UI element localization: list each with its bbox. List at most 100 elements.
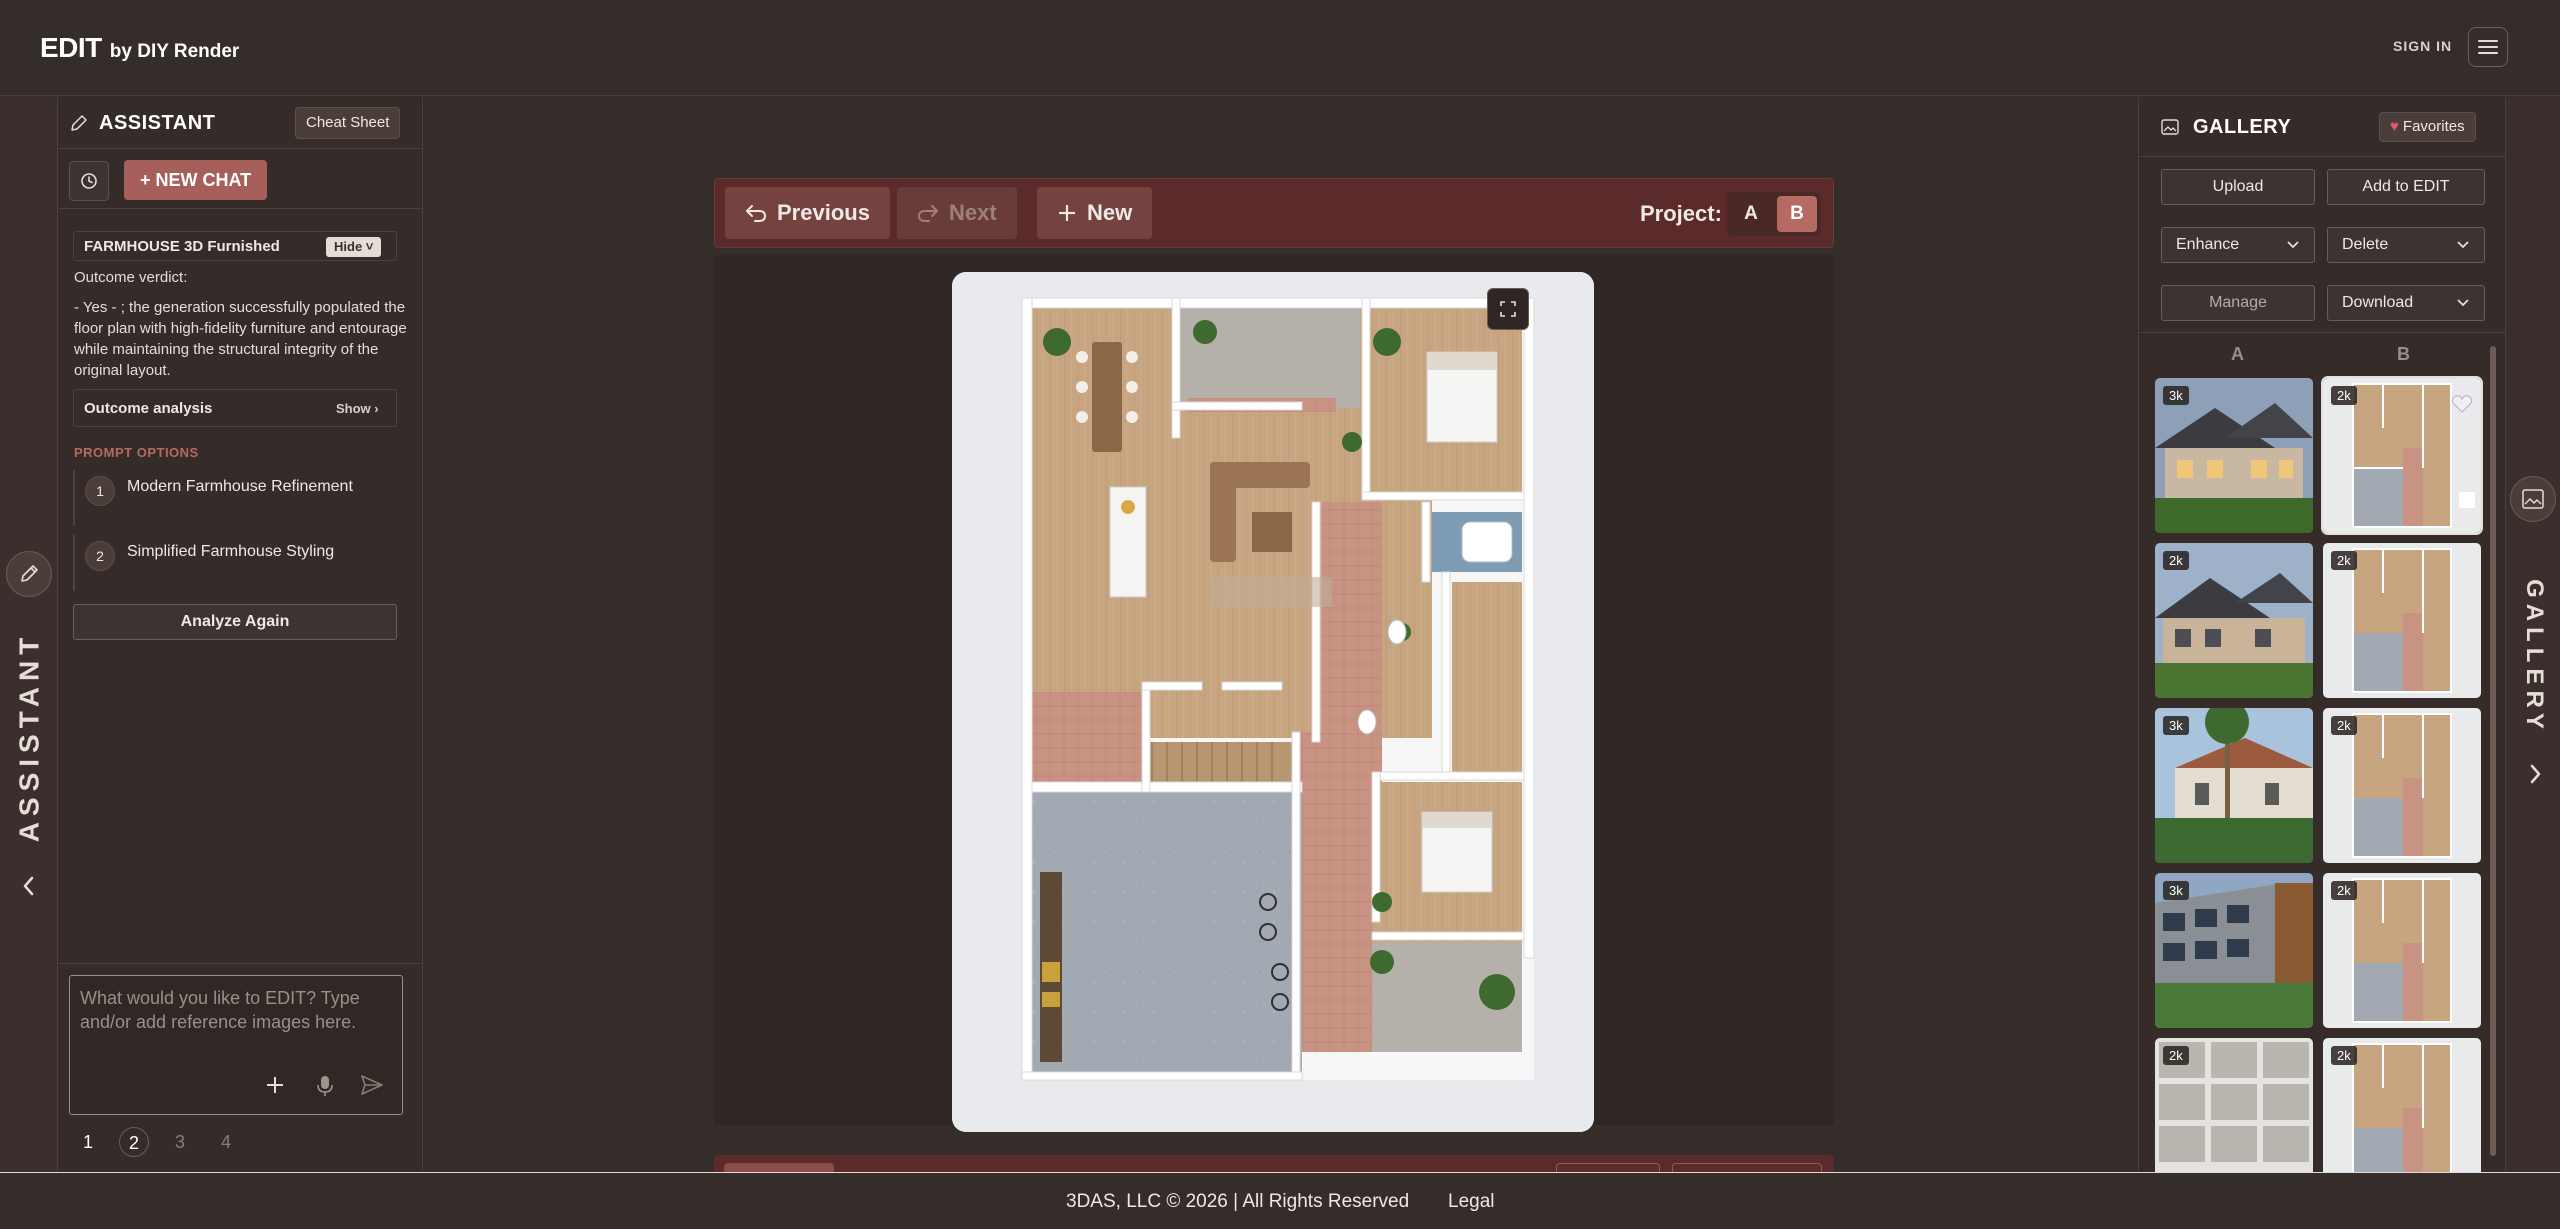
previous-button[interactable]: Previous (725, 187, 890, 239)
gallery-thumb-a4[interactable]: 3k (2155, 873, 2313, 1028)
next-button[interactable]: Next (897, 187, 1017, 239)
top-bar: EDIT by DIY Render SIGN IN (0, 0, 2560, 96)
download-dropdown[interactable]: Download (2327, 285, 2485, 321)
assistant-toggle-button[interactable] (6, 551, 52, 597)
outcome-analysis-row[interactable]: Outcome analysis Show › (73, 389, 397, 427)
history-button[interactable] (69, 161, 109, 201)
resolution-badge: 2k (2331, 1046, 2357, 1065)
gallery-thumb-b5[interactable]: 2k (2323, 1038, 2481, 1193)
pencil-icon (71, 115, 87, 131)
hamburger-menu-button[interactable] (2468, 27, 2508, 67)
page-2[interactable]: 2 (119, 1127, 149, 1157)
editor-toolbar: Previous Next New Project: A B (714, 178, 1834, 248)
analyze-again-button[interactable]: Analyze Again (73, 604, 397, 640)
heart-icon: ♥ (2390, 118, 2399, 135)
chevron-down-icon (2457, 241, 2469, 249)
assistant-actions: + NEW CHAT (59, 149, 423, 209)
chevron-right-icon[interactable] (2524, 761, 2546, 787)
undo-icon (746, 205, 767, 222)
hide-button[interactable]: Hide ˅ (326, 237, 382, 257)
favorites-button[interactable]: ♥ Favorites (2379, 112, 2476, 142)
send-icon[interactable] (360, 1074, 384, 1096)
project-toggle: A B (1727, 192, 1821, 236)
option-number: 1 (85, 476, 115, 506)
assistant-rail-label: ASSISTANT (13, 631, 45, 843)
gallery-thumb-a2[interactable]: 2k (2155, 543, 2313, 698)
gallery-title: GALLERY (2193, 116, 2292, 138)
column-a-label: A (2231, 344, 2244, 364)
project-label: Project: (1640, 201, 1722, 226)
gallery-thumb-a1[interactable]: 3k (2155, 378, 2313, 533)
chevron-down-icon (2457, 299, 2469, 307)
assistant-rail: ASSISTANT (0, 97, 58, 1171)
chevron-left-icon[interactable] (18, 873, 40, 899)
outcome-analysis-label: Outcome analysis (84, 400, 213, 417)
outcome-verdict-label: Outcome verdict: (74, 269, 188, 286)
show-button[interactable]: Show › (336, 401, 379, 416)
resolution-badge: 2k (2331, 716, 2357, 735)
scrollbar-thumb[interactable] (2490, 346, 2496, 1156)
image-icon (2522, 489, 2544, 509)
project-name: FARMHOUSE 3D Furnished (84, 238, 280, 255)
resolution-badge: 2k (2163, 1046, 2189, 1065)
resolution-badge: 2k (2331, 881, 2357, 900)
manage-button[interactable]: Manage (2161, 285, 2315, 321)
workspace: Previous Next New Project: A B (424, 97, 2137, 1175)
resolution-badge: 3k (2163, 386, 2189, 405)
assistant-header: ASSISTANT Cheat Sheet (59, 97, 423, 149)
fullscreen-button[interactable] (1487, 288, 1529, 330)
microphone-icon[interactable] (316, 1074, 334, 1098)
plus-icon[interactable] (264, 1074, 286, 1096)
option-number: 2 (85, 541, 115, 571)
prompt-option-2[interactable]: 2 Simplified Farmhouse Styling (73, 535, 397, 591)
new-chat-button[interactable]: + NEW CHAT (124, 160, 268, 200)
heart-icon[interactable] (2451, 394, 2473, 414)
fullscreen-icon (1500, 301, 1516, 317)
chat-pager: 1 2 3 4 (73, 1127, 241, 1157)
gallery-toggle-button[interactable] (2510, 476, 2556, 522)
brand-main: EDIT (40, 32, 102, 63)
add-to-edit-button[interactable]: Add to EDIT (2327, 169, 2485, 205)
page-4[interactable]: 4 (211, 1127, 241, 1157)
gallery-thumb-a5[interactable]: 2k (2155, 1038, 2313, 1193)
gallery-thumb-b3[interactable]: 2k (2323, 708, 2481, 863)
prompt-option-1[interactable]: 1 Modern Farmhouse Refinement (73, 470, 397, 526)
cheat-sheet-button[interactable]: Cheat Sheet (295, 107, 401, 139)
pencil-icon (21, 565, 38, 582)
upload-button[interactable]: Upload (2161, 169, 2315, 205)
gallery-thumb-b1[interactable]: 2k (2321, 376, 2483, 535)
assistant-panel: ASSISTANT Cheat Sheet + NEW CHAT FARMHOU… (59, 97, 423, 1171)
chat-input-box (69, 975, 403, 1115)
gallery-rail-label: GALLERY (2520, 579, 2548, 735)
floorplan-drawing (952, 272, 1594, 1132)
gallery-scrollbar[interactable] (2489, 334, 2497, 1170)
project-b-button[interactable]: B (1777, 196, 1817, 232)
delete-dropdown[interactable]: Delete (2327, 227, 2485, 263)
project-a-button[interactable]: A (1731, 196, 1771, 232)
resolution-badge: 2k (2331, 386, 2357, 405)
new-button[interactable]: New (1037, 187, 1153, 239)
gallery-thumb-a3[interactable]: 3k (2155, 708, 2313, 863)
gallery-thumb-b2[interactable]: 2k (2323, 543, 2481, 698)
chevron-down-icon (2287, 241, 2299, 249)
assistant-title: ASSISTANT (99, 112, 216, 134)
chat-input[interactable] (70, 976, 402, 1066)
outcome-verdict-text: - Yes - ; the generation successfully po… (74, 299, 407, 379)
page-3[interactable]: 3 (165, 1127, 195, 1157)
brand-logo[interactable]: EDIT by DIY Render (40, 32, 239, 64)
sign-in-link[interactable]: SIGN IN (2393, 38, 2452, 54)
resolution-badge: 2k (2163, 551, 2189, 570)
floorplan-render-image[interactable] (952, 272, 1594, 1132)
gallery-thumb-b4[interactable]: 2k (2323, 873, 2481, 1028)
resolution-badge: 3k (2163, 881, 2189, 900)
legal-link[interactable]: Legal (1448, 1191, 1495, 1213)
brand-sub: by DIY Render (109, 41, 240, 62)
project-header: FARMHOUSE 3D Furnished Hide ˅ (73, 231, 397, 261)
option-label: Simplified Farmhouse Styling (127, 543, 335, 560)
enhance-dropdown[interactable]: Enhance (2161, 227, 2315, 263)
plus-icon (1059, 205, 1075, 221)
divider (2139, 332, 2505, 333)
page-1[interactable]: 1 (73, 1127, 103, 1157)
hamburger-icon (2478, 40, 2498, 54)
select-checkbox[interactable] (2459, 492, 2475, 508)
